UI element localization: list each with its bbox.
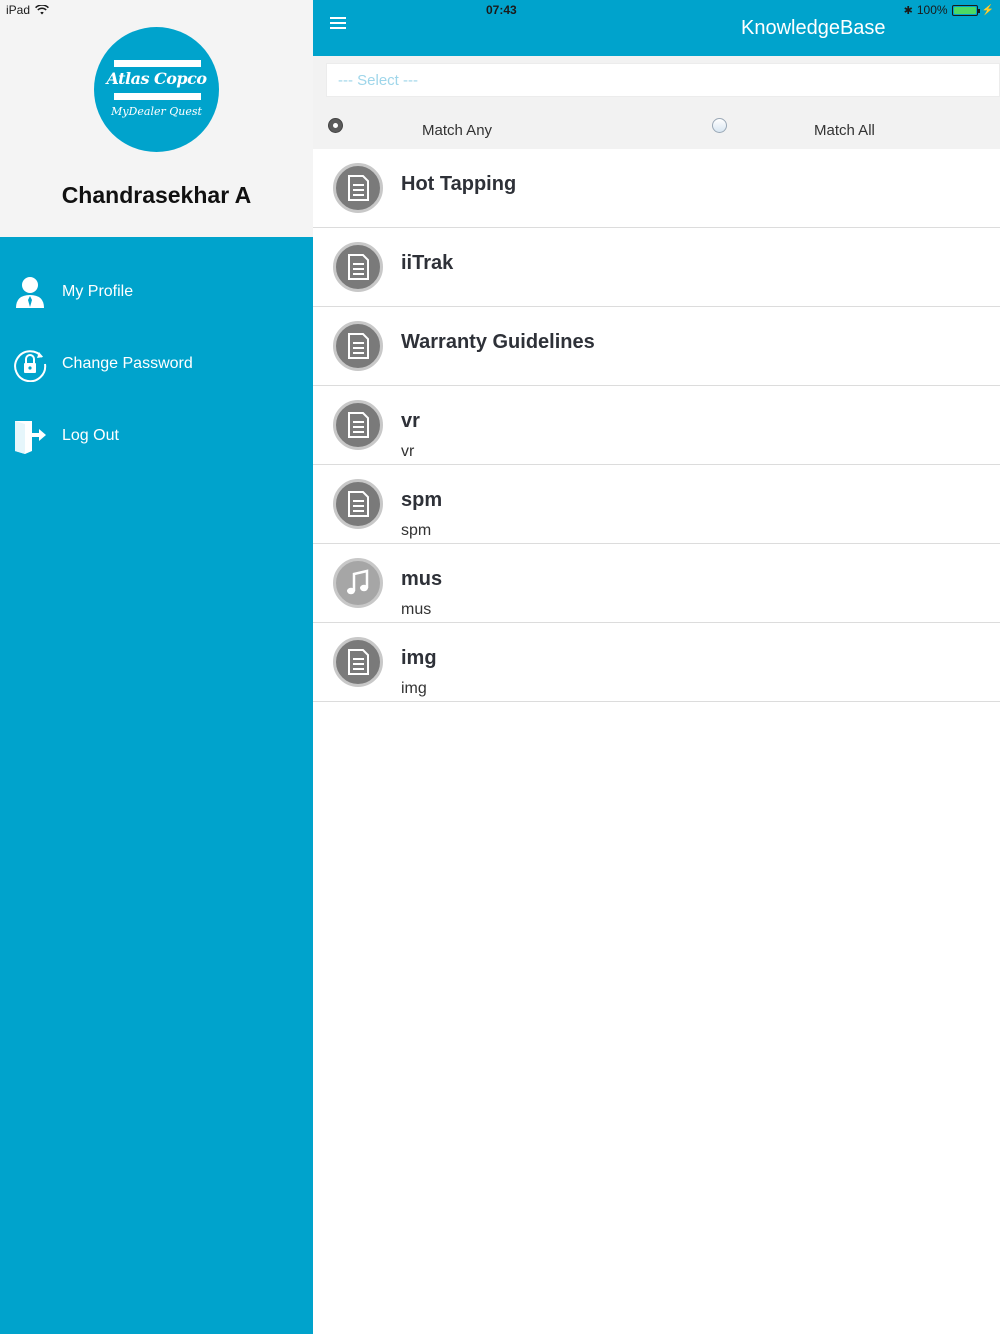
logo-brand: Atlas Copco [106, 69, 207, 88]
sidebar-item-change-password[interactable]: Change Password [0, 336, 313, 392]
sidebar-item-label: Change Password [62, 355, 193, 372]
item-title: spm [401, 489, 443, 511]
list-item[interactable]: Hot Tapping [313, 149, 1000, 228]
item-subtitle: img [401, 680, 427, 697]
lock-refresh-icon [12, 346, 48, 383]
status-left: iPad [6, 3, 49, 17]
item-title: iiTrak [401, 252, 454, 274]
item-title: vr [401, 410, 420, 432]
list-item[interactable]: spm spm [313, 465, 1000, 544]
document-icon [333, 242, 383, 292]
app-logo: Atlas Copco MyDealer Quest [94, 27, 219, 152]
match-any-radio[interactable] [328, 118, 343, 133]
item-subtitle: spm [401, 522, 432, 539]
battery-icon [951, 4, 980, 16]
item-title: img [401, 647, 437, 669]
document-icon [333, 321, 383, 371]
item-title: Warranty Guidelines [401, 331, 595, 353]
item-subtitle: vr [401, 443, 415, 460]
document-icon [333, 637, 383, 687]
document-icon [333, 479, 383, 529]
sidebar-item-my-profile[interactable]: My Profile [0, 264, 313, 320]
status-right: ✱ 100% ⚡ [904, 3, 994, 17]
match-all-label[interactable]: Match All [814, 122, 875, 139]
status-time: 07:43 [486, 3, 517, 17]
sidebar-item-log-out[interactable]: Log Out [0, 408, 313, 464]
document-icon [333, 163, 383, 213]
logo-subtitle: MyDealer Quest [111, 105, 202, 118]
bluetooth-icon: ✱ [903, 4, 913, 17]
item-title: mus [401, 568, 443, 590]
knowledgebase-list: Hot Tapping iiTrak Warranty Guidelines v… [313, 149, 1000, 702]
user-name: Chandrasekhar A [61, 182, 252, 208]
category-select[interactable]: --- Select --- [326, 63, 1000, 97]
main-content: KnowledgeBase --- Select --- Match Any M… [313, 0, 1000, 1334]
list-item[interactable]: Warranty Guidelines [313, 307, 1000, 386]
sidebar-item-label: Log Out [62, 427, 119, 444]
document-icon [333, 400, 383, 450]
sidebar: Atlas Copco MyDealer Quest Chandrasekhar… [0, 0, 313, 1334]
logout-door-icon [12, 418, 48, 454]
page-title: KnowledgeBase [741, 17, 886, 39]
list-item[interactable]: iiTrak [313, 228, 1000, 307]
charging-icon: ⚡ [981, 4, 994, 16]
item-subtitle: mus [401, 601, 432, 618]
sidebar-header: Atlas Copco MyDealer Quest Chandrasekhar… [0, 0, 313, 237]
battery-percent: 100% [916, 3, 948, 17]
sidebar-item-label: My Profile [62, 283, 134, 300]
device-label: iPad [6, 3, 31, 17]
status-bar: iPad 07:43 ✱ 100% ⚡ [0, 0, 1000, 20]
item-title: Hot Tapping [401, 173, 517, 195]
match-all-radio[interactable] [712, 118, 727, 133]
select-placeholder: --- Select --- [338, 72, 418, 89]
filter-area: --- Select --- Match Any Match All [313, 56, 1000, 149]
music-note-icon [333, 558, 383, 608]
list-item[interactable]: vr vr [313, 386, 1000, 465]
list-item[interactable]: mus mus [313, 544, 1000, 623]
wifi-icon [35, 5, 49, 15]
person-icon [12, 274, 48, 310]
list-item[interactable]: img img [313, 623, 1000, 702]
match-any-label[interactable]: Match Any [422, 122, 492, 139]
